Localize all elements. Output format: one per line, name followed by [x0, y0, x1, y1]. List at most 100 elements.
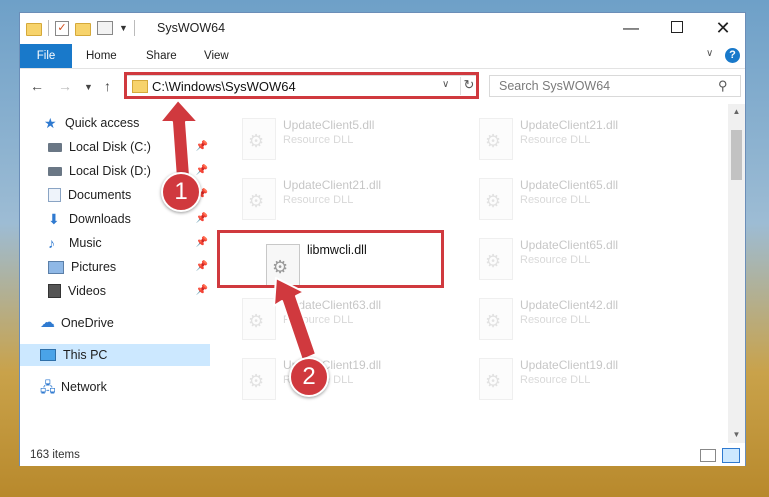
tab-file[interactable]: File: [20, 44, 72, 68]
close-button[interactable]: ✕: [700, 13, 746, 44]
navigation-bar: ← → ▼ ↑ C:\Windows\SysWOW64 ∨ ↻ Search S…: [20, 69, 745, 103]
file-name: UpdateClient65.dll: [520, 178, 619, 192]
step-1-badge: 1: [161, 172, 201, 212]
folder-icon: [26, 22, 42, 36]
forward-button[interactable]: →: [58, 78, 72, 94]
gear-icon: ⚙: [485, 251, 502, 271]
pin-icon: 📌: [195, 141, 208, 152]
scroll-up-icon[interactable]: ▲: [728, 104, 745, 120]
search-input[interactable]: Search SysWOW64 ⚲: [489, 75, 741, 97]
file-type: Resource DLL: [283, 314, 354, 326]
sidebar-item-quick-access[interactable]: ★ Quick access: [44, 112, 212, 134]
file-type: Resource DLL: [520, 134, 591, 146]
gear-icon: ⚙: [485, 131, 502, 151]
maximize-button[interactable]: [654, 13, 700, 44]
disk-icon: [48, 142, 62, 152]
dll-file-icon: ⚙: [479, 118, 513, 160]
properties-check-icon[interactable]: ✓: [55, 20, 69, 36]
details-view-icon[interactable]: [700, 449, 716, 462]
sidebar-item-label: OneDrive: [61, 316, 114, 330]
file-name: UpdateClient63.dll: [283, 298, 382, 312]
navigation-pane: ★ Quick access Local Disk (C:) 📌 Local D…: [20, 104, 212, 443]
maximize-icon: [671, 21, 683, 33]
file-name: UpdateClient21.dll: [520, 118, 619, 132]
toolbar-divider: [133, 20, 135, 36]
up-button[interactable]: ↑: [104, 78, 111, 94]
file-name: UpdateClient42.dll: [520, 298, 619, 312]
new-folder-icon[interactable]: [75, 22, 91, 36]
file-name: UpdateClient65.dll: [520, 238, 619, 252]
dll-file-icon: ⚙: [242, 298, 276, 340]
file-item[interactable]: ⚙ UpdateClient5.dll Resource DLL: [235, 112, 460, 162]
dll-file-icon: ⚙: [479, 358, 513, 400]
file-item[interactable]: ⚙ UpdateClient65.dll Resource DLL: [472, 172, 697, 222]
sidebar-item-label: Music: [69, 236, 102, 250]
gear-icon: ⚙: [248, 191, 265, 211]
sidebar-item-pictures[interactable]: Pictures 📌: [48, 256, 208, 278]
dll-file-icon: ⚙: [479, 238, 513, 280]
file-item[interactable]: ⚙ UpdateClient42.dll Resource DLL: [472, 292, 697, 342]
sidebar-item-label: Local Disk (D:): [69, 164, 151, 178]
dll-file-icon: ⚙: [479, 178, 513, 220]
file-type: Resource DLL: [520, 254, 591, 266]
vertical-scrollbar[interactable]: ▲ ▼: [728, 104, 745, 443]
sidebar-item-this-pc[interactable]: This PC: [20, 344, 210, 366]
file-item[interactable]: ⚙ UpdateClient63.dll Resource DLL: [235, 292, 460, 342]
dll-file-icon: ⚙: [242, 178, 276, 220]
file-item[interactable]: ⚙ UpdateClient19.dll Resource DLL: [472, 352, 697, 402]
chevron-down-icon[interactable]: ▼: [119, 23, 128, 33]
toolbar-divider: [48, 20, 49, 36]
tab-home[interactable]: Home: [86, 44, 117, 68]
sidebar-item-network[interactable]: 🖧 Network: [40, 376, 208, 398]
gear-icon: ⚙: [485, 371, 502, 391]
gear-icon: ⚙: [485, 191, 502, 211]
item-count: 163 items: [30, 449, 80, 461]
customize-icon[interactable]: [97, 21, 113, 35]
download-icon: ⬇: [48, 211, 60, 227]
scroll-thumb[interactable]: [731, 130, 742, 180]
sidebar-item-label: Pictures: [71, 260, 117, 274]
sidebar-item-label: Quick access: [65, 116, 140, 130]
sidebar-item-videos[interactable]: Videos 📌: [48, 280, 208, 302]
tab-view[interactable]: View: [204, 44, 229, 68]
status-bar: 163 items: [20, 445, 745, 466]
file-type: Resource DLL: [520, 314, 591, 326]
file-type: Resource DLL: [520, 374, 591, 386]
gear-icon: ⚙: [248, 371, 265, 391]
pin-icon: 📌: [195, 237, 208, 248]
sidebar-item-onedrive[interactable]: ☁ OneDrive: [40, 312, 208, 334]
ribbon-tabs: File Home Share View ∨ ?: [20, 44, 745, 69]
file-item[interactable]: ⚙ UpdateClient19.dll Resource DLL: [235, 352, 460, 402]
search-icon[interactable]: ⚲: [718, 78, 728, 94]
videos-icon: [48, 284, 61, 298]
search-placeholder: Search SysWOW64: [499, 79, 611, 93]
back-button[interactable]: ←: [30, 78, 44, 94]
file-item[interactable]: ⚙ UpdateClient65.dll Resource DLL: [472, 232, 697, 282]
file-item[interactable]: ⚙ UpdateClient21.dll Resource DLL: [235, 172, 460, 222]
dll-file-icon: ⚙: [242, 118, 276, 160]
sidebar-item-label: This PC: [63, 348, 108, 362]
window-title: SysWOW64: [157, 21, 226, 35]
tab-share[interactable]: Share: [146, 44, 177, 68]
title-bar: ✓ ▼ SysWOW64 — ✕: [20, 13, 745, 44]
file-type: Resource DLL: [520, 194, 591, 206]
recent-locations-icon[interactable]: ▼: [84, 82, 93, 92]
sidebar-item-local-disk-c[interactable]: Local Disk (C:) 📌: [48, 136, 208, 158]
expand-ribbon-icon[interactable]: ∨: [706, 48, 713, 59]
sidebar-item-label: Network: [61, 380, 107, 394]
star-icon: ★: [44, 115, 57, 131]
file-type: Resource DLL: [283, 134, 354, 146]
file-highlight-box: [217, 230, 444, 288]
gear-icon: ⚙: [248, 131, 265, 151]
network-icon: 🖧: [40, 379, 56, 395]
file-type: Resource DLL: [283, 194, 354, 206]
sidebar-item-music[interactable]: ♪ Music 📌: [48, 232, 208, 254]
tiles-view-icon[interactable]: [722, 448, 740, 463]
disk-icon: [48, 166, 62, 176]
minimize-button[interactable]: —: [608, 13, 654, 44]
file-item[interactable]: ⚙ UpdateClient21.dll Resource DLL: [472, 112, 697, 162]
help-icon[interactable]: ?: [725, 48, 740, 63]
pc-icon: [40, 349, 56, 361]
music-icon: ♪: [48, 235, 55, 251]
scroll-down-icon[interactable]: ▼: [728, 427, 745, 443]
